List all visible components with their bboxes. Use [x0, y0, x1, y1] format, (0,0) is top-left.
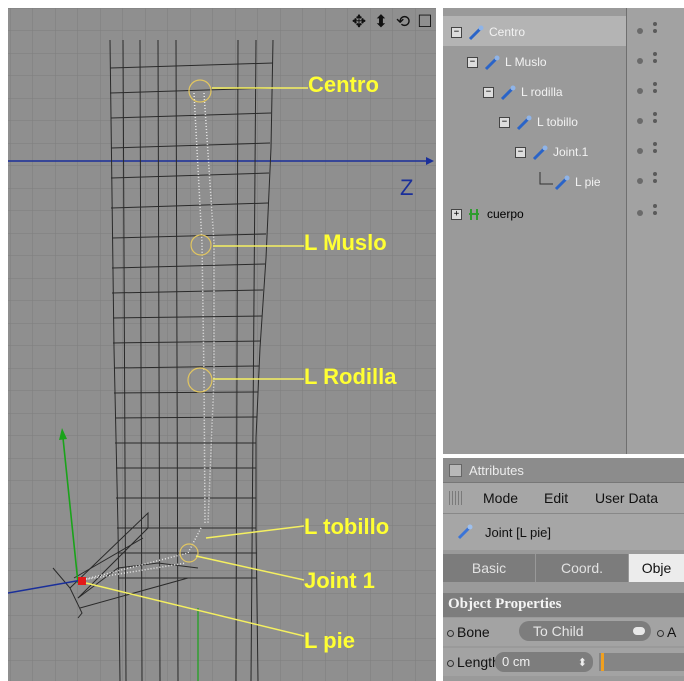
3d-viewport[interactable]: Z ✥ ⬍ ⟲ ☐ Centro L Muslo L Rodilla L tob… [8, 8, 436, 681]
label-l-tobillo: L tobillo [304, 514, 390, 539]
visibility-dots-icon[interactable] [653, 172, 657, 186]
rotate-icon[interactable]: ⟲ [394, 12, 412, 32]
zoom-icon[interactable]: ⬍ [372, 12, 390, 32]
object-name: L Muslo [505, 55, 547, 69]
length-property-row: Length 0 cm ⬍ [443, 648, 684, 676]
object-name: L rodilla [521, 85, 563, 99]
render-dot-icon[interactable] [637, 28, 643, 34]
tab-object[interactable]: Obje [629, 554, 684, 582]
render-dot-icon[interactable] [637, 148, 643, 154]
label-l-muslo: L Muslo [304, 230, 387, 255]
visibility-dots-icon[interactable] [653, 204, 657, 218]
render-dot-icon[interactable] [637, 178, 643, 184]
extra-property-label: A [657, 624, 676, 640]
visibility-dots-icon[interactable] [653, 52, 657, 66]
tab-basic[interactable]: Basic [443, 554, 536, 582]
move-icon[interactable]: ✥ [350, 12, 368, 32]
menu-user-data[interactable]: User Data [595, 490, 658, 506]
length-value: 0 cm [502, 654, 531, 669]
selected-joint-handle[interactable] [78, 577, 86, 585]
menu-edit[interactable]: Edit [544, 490, 568, 506]
visibility-column [627, 8, 684, 454]
render-dot-icon[interactable] [637, 210, 643, 216]
length-slider[interactable] [599, 653, 684, 671]
object-properties-header: Object Properties [443, 593, 684, 617]
collapse-icon[interactable]: − [515, 147, 526, 158]
attributes-menubar: Mode Edit User Data [443, 483, 684, 514]
bone-property-row: Bone To Child A [443, 618, 684, 646]
bone-label: Bone [447, 624, 490, 640]
spinner-icon[interactable]: ⬍ [578, 653, 587, 673]
attributes-manager: Attributes Mode Edit User Data Joint [L … [443, 458, 684, 681]
label-l-pie: L pie [304, 628, 355, 653]
render-dot-icon[interactable] [637, 118, 643, 124]
visibility-dots-icon[interactable] [653, 112, 657, 126]
tree-branch-icon [539, 172, 553, 185]
joint-icon [532, 145, 548, 161]
tab-coord[interactable]: Coord. [536, 554, 629, 582]
z-axis-label: Z [400, 175, 413, 200]
visibility-dots-icon[interactable] [653, 22, 657, 36]
dropdown-arrow-icon [633, 627, 645, 635]
joint-icon [500, 85, 516, 101]
panel-lock-checkbox[interactable] [449, 464, 462, 477]
object-name: L pie [575, 175, 601, 189]
render-dot-icon[interactable] [637, 58, 643, 64]
grip-icon[interactable] [449, 491, 463, 505]
joint-icon [516, 115, 532, 131]
selected-object-header: Joint [L pie] [443, 514, 684, 550]
object-manager[interactable]: − Centro − L Muslo − L rodilla − L tobil… [443, 8, 684, 454]
attributes-title: Attributes [469, 463, 524, 478]
collapse-icon[interactable]: − [467, 57, 478, 68]
joint-icon [484, 55, 500, 71]
label-joint-1: Joint 1 [304, 568, 375, 593]
attribute-tabs: Basic Coord. Obje [443, 554, 684, 582]
collapse-icon[interactable]: − [499, 117, 510, 128]
collapse-icon[interactable]: − [483, 87, 494, 98]
object-name: cuerpo [487, 207, 524, 221]
joint-icon [468, 25, 484, 41]
bone-dropdown[interactable]: To Child [519, 621, 651, 641]
menu-mode[interactable]: Mode [483, 490, 518, 506]
visibility-dots-icon[interactable] [653, 142, 657, 156]
viewport-nav-icons: ✥ ⬍ ⟲ ☐ [350, 10, 434, 34]
object-name: L tobillo [537, 115, 578, 129]
object-name: Centro [489, 25, 526, 39]
bone-dropdown-value: To Child [533, 623, 584, 639]
joint-icon [554, 175, 570, 191]
slider-thumb[interactable] [601, 653, 604, 671]
label-centro: Centro [308, 72, 379, 97]
maximize-icon[interactable]: ☐ [416, 12, 434, 32]
length-input[interactable]: 0 cm ⬍ [495, 652, 593, 672]
visibility-dots-icon[interactable] [653, 82, 657, 96]
collapse-icon[interactable]: − [451, 27, 462, 38]
selected-object-name: Joint [L pie] [485, 525, 552, 540]
joint-icon [457, 524, 473, 540]
render-dot-icon[interactable] [637, 88, 643, 94]
app-frame: Z ✥ ⬍ ⟲ ☐ Centro L Muslo L Rodilla L tob… [0, 0, 684, 681]
label-l-rodilla: L Rodilla [304, 364, 397, 389]
expand-icon[interactable]: + [451, 209, 462, 220]
length-label: Length [447, 654, 500, 670]
object-name: Joint.1 [553, 145, 589, 159]
section-title: Object Properties [448, 596, 562, 612]
polygon-object-icon [469, 209, 479, 220]
attributes-titlebar: Attributes [443, 458, 684, 483]
